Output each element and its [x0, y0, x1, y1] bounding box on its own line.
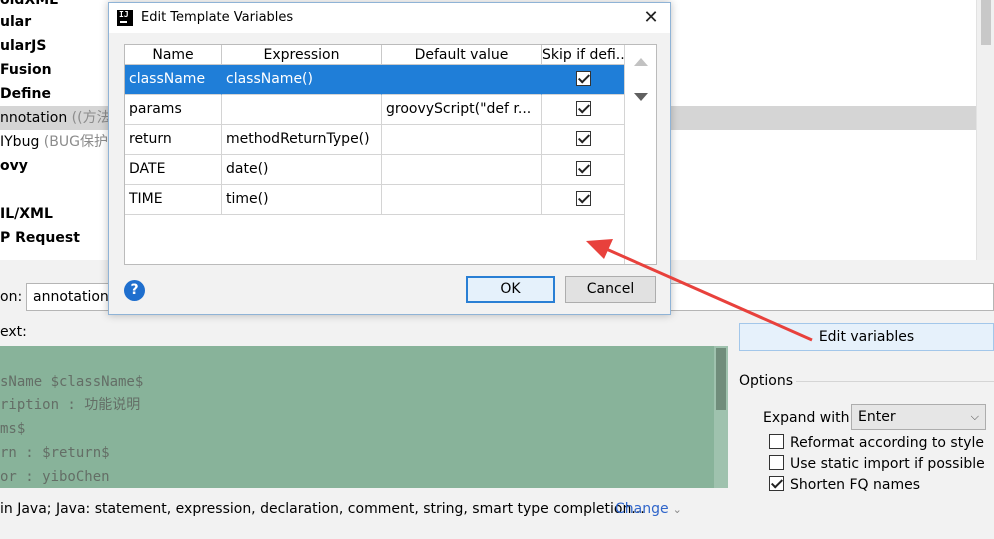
close-icon[interactable]: ✕: [640, 7, 662, 29]
cancel-button[interactable]: Cancel: [565, 276, 656, 303]
cell-skip-if-defined: [542, 65, 625, 95]
table-row[interactable]: className className(): [125, 65, 625, 95]
dialog-titlebar[interactable]: IJ Edit Template Variables ✕: [109, 3, 670, 33]
options-title: Options: [739, 373, 794, 389]
cell-skip-if-defined: [542, 185, 625, 215]
expand-with-value: Enter: [858, 409, 896, 425]
tree-scrollbar[interactable]: [976, 0, 994, 260]
editor-line: sName $className$: [0, 374, 144, 390]
static-import-checkbox[interactable]: [769, 455, 784, 470]
chevron-down-icon: ⌵: [970, 410, 979, 423]
editor-line: or : yiboChen: [0, 469, 110, 485]
editor-scrollbar[interactable]: [714, 346, 728, 488]
tree-item-label: Define: [0, 86, 51, 102]
tree-item-description: ((方法: [67, 110, 111, 126]
tree-item-label: Fusion: [0, 62, 52, 78]
tree-item-label: P Request: [0, 230, 80, 246]
table-scrollbar[interactable]: [624, 45, 656, 264]
cell-skip-if-defined: [542, 155, 625, 185]
cell-default-value[interactable]: groovyScript("def r...: [382, 95, 542, 125]
cell-name[interactable]: DATE: [125, 155, 222, 185]
dialog-title: Edit Template Variables: [141, 10, 294, 25]
cell-name[interactable]: TIME: [125, 185, 222, 215]
tree-item-label: ovy: [0, 158, 28, 174]
editor-line: ms$: [0, 421, 26, 437]
tree-item[interactable]: Define: [0, 82, 51, 106]
edit-template-variables-dialog: IJ Edit Template Variables ✕ Name Expres…: [108, 2, 671, 315]
column-header-skip-if-defined[interactable]: Skip if defi...: [542, 45, 625, 65]
shorten-fq-option[interactable]: Shorten FQ names: [769, 475, 920, 495]
template-text-editor[interactable]: sName $className$ ription : 功能说明 ms$ rn …: [0, 346, 728, 488]
intellij-app-icon: IJ: [117, 10, 133, 26]
cell-default-value[interactable]: [382, 185, 542, 215]
tree-item[interactable]: ularJS: [0, 34, 46, 58]
cell-default-value[interactable]: [382, 65, 542, 95]
cell-skip-if-defined: [542, 95, 625, 125]
static-import-option[interactable]: Use static import if possible: [769, 454, 985, 474]
cell-expression[interactable]: methodReturnType(): [222, 125, 382, 155]
template-text-label: ext:: [0, 324, 27, 340]
tree-item[interactable]: Fusion: [0, 58, 52, 82]
skip-if-defined-checkbox[interactable]: [575, 131, 591, 146]
abbreviation-label: on:: [0, 289, 23, 305]
tree-scrollbar-thumb[interactable]: [981, 0, 991, 45]
shorten-fq-checkbox[interactable]: [769, 476, 784, 491]
tree-item[interactable]: IYbug (BUG保护: [0, 130, 108, 154]
tree-item[interactable]: P Request: [0, 226, 80, 250]
ok-button[interactable]: OK: [466, 276, 555, 303]
expand-with-label: Expand with: [763, 410, 850, 426]
options-divider: [796, 381, 994, 382]
cell-name[interactable]: params: [125, 95, 222, 125]
edit-variables-button[interactable]: Edit variables: [739, 323, 994, 351]
column-header-default-value[interactable]: Default value: [382, 45, 542, 65]
change-context-link[interactable]: Change ⌄: [615, 499, 682, 519]
expand-with-select[interactable]: Enter ⌵: [851, 404, 986, 430]
skip-if-defined-checkbox[interactable]: [575, 191, 591, 206]
editor-line: rn : $return$: [0, 445, 110, 461]
shorten-fq-label: Shorten FQ names: [790, 477, 921, 493]
tree-item-label: ularJS: [0, 38, 47, 54]
cell-skip-if-defined: [542, 125, 625, 155]
scroll-down-arrow-icon[interactable]: [634, 93, 648, 101]
tree-item[interactable]: ovy: [0, 154, 28, 178]
tree-item-label: IYbug: [0, 134, 40, 150]
skip-if-defined-checkbox[interactable]: [575, 161, 591, 176]
tree-item-label: ular: [0, 14, 32, 30]
tree-item-label: oldXML: [0, 0, 59, 8]
cell-expression[interactable]: time(): [222, 185, 382, 215]
table-row[interactable]: params groovyScript("def r...: [125, 95, 625, 125]
reformat-label: Reformat according to style: [790, 435, 984, 451]
tree-item[interactable]: IL/XML: [0, 202, 53, 226]
cell-expression[interactable]: [222, 95, 382, 125]
table-header: Name Expression Default value Skip if de…: [125, 45, 625, 65]
tree-item-label: IL/XML: [0, 206, 53, 222]
cell-name[interactable]: className: [125, 65, 222, 95]
chevron-down-icon: ⌄: [672, 503, 682, 516]
cell-default-value[interactable]: [382, 125, 542, 155]
column-header-name[interactable]: Name: [125, 45, 222, 65]
column-header-expression[interactable]: Expression: [222, 45, 382, 65]
table-row[interactable]: TIME time(): [125, 185, 625, 215]
reformat-option[interactable]: Reformat according to style: [769, 433, 984, 453]
change-link-label: Change: [615, 501, 669, 517]
cell-name[interactable]: return: [125, 125, 222, 155]
tree-item-description: (BUG保护: [39, 134, 108, 150]
tree-item[interactable]: ular: [0, 10, 31, 34]
editor-line: ription : 功能说明: [0, 397, 141, 413]
cell-expression[interactable]: className(): [222, 65, 382, 95]
tree-item-label: nnotation: [0, 110, 68, 126]
table-row[interactable]: DATE date(): [125, 155, 625, 185]
cell-default-value[interactable]: [382, 155, 542, 185]
skip-if-defined-checkbox[interactable]: [575, 71, 591, 86]
skip-if-defined-checkbox[interactable]: [575, 101, 591, 116]
applicable-context-text: in Java; Java: statement, expression, de…: [0, 501, 645, 517]
help-icon[interactable]: ?: [124, 280, 145, 301]
static-import-label: Use static import if possible: [790, 456, 985, 472]
reformat-checkbox[interactable]: [769, 434, 784, 449]
scroll-up-arrow-icon[interactable]: [634, 58, 648, 66]
variables-table[interactable]: Name Expression Default value Skip if de…: [124, 44, 657, 265]
table-row[interactable]: return methodReturnType(): [125, 125, 625, 155]
editor-scrollbar-thumb[interactable]: [716, 348, 726, 410]
cell-expression[interactable]: date(): [222, 155, 382, 185]
